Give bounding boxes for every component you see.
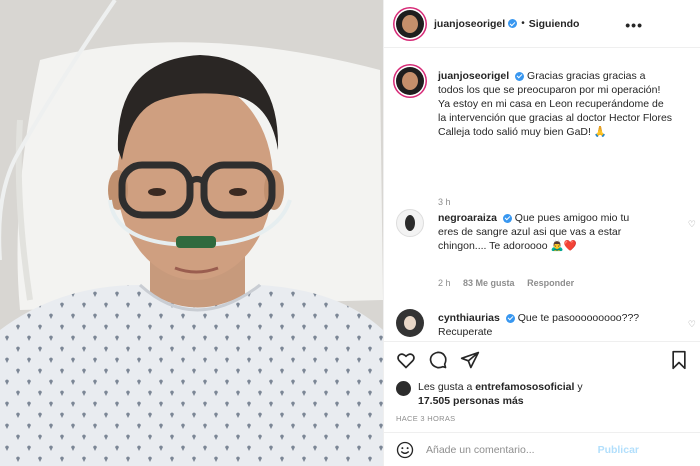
add-comment-bar: Publicar — [384, 432, 700, 466]
comment-like-heart-icon[interactable]: ♡ — [688, 219, 696, 230]
comment-text-block: cynthiaurias Que te pasooooooooo??? Recu… — [438, 311, 650, 339]
caption-time[interactable]: 3 h — [438, 197, 451, 207]
comment-meta: 2 h 83 Me gusta Responder — [438, 278, 584, 288]
likes-summary: Les gusta a entrefamososoficial y 17.505… — [396, 380, 686, 408]
comment-likes[interactable]: 83 Me gusta — [463, 278, 515, 288]
post-header: juanjoseorigel • Siguiendo ••• — [384, 0, 700, 48]
author-username[interactable]: juanjoseorigel — [434, 18, 505, 30]
likes-text[interactable]: Les gusta a entrefamososoficial y 17.505… — [418, 380, 583, 408]
more-horizontal-icon[interactable]: ••• — [625, 17, 643, 33]
liker-username[interactable]: entrefamososoficial — [475, 381, 574, 393]
emoji-icon[interactable] — [396, 441, 414, 459]
comment-time[interactable]: 2 h — [438, 278, 451, 288]
verified-icon — [505, 313, 515, 323]
post-time[interactable]: HACE 3 HORAS — [396, 414, 455, 423]
heart-icon[interactable] — [396, 350, 416, 370]
liker-avatar[interactable] — [396, 381, 411, 396]
comment-input[interactable] — [426, 443, 616, 456]
reply-button[interactable]: Responder — [527, 278, 574, 288]
verified-icon — [502, 213, 512, 223]
following-button[interactable]: Siguiendo — [529, 18, 580, 30]
caption-text-block: juanjoseorigel Gracias gracias gracias a… — [438, 69, 674, 139]
publish-button[interactable]: Publicar — [598, 444, 639, 456]
instagram-post: juanjoseorigel • Siguiendo ••• juanjoseo… — [0, 0, 700, 466]
caption-username[interactable]: juanjoseorigel — [438, 70, 509, 82]
likes-count[interactable]: 17.505 personas más — [418, 395, 524, 407]
verified-icon — [515, 71, 525, 81]
comment-text-block: negroaraiza Que pues amigoo mio tu eres … — [438, 211, 650, 253]
post-photo-illustration — [0, 0, 383, 466]
post-side-panel: juanjoseorigel • Siguiendo ••• juanjoseo… — [383, 0, 700, 466]
author-avatar[interactable] — [396, 9, 424, 38]
caption-avatar[interactable] — [396, 67, 424, 95]
share-icon[interactable] — [460, 350, 480, 370]
comments-list[interactable]: juanjoseorigel Gracias gracias gracias a… — [384, 49, 700, 341]
comment-avatar[interactable] — [396, 209, 424, 237]
comment-avatar[interactable] — [396, 309, 424, 337]
likes-middle: y — [574, 381, 583, 393]
comment-username[interactable]: cynthiaurias — [438, 312, 500, 324]
post-photo[interactable] — [0, 0, 383, 466]
separator: • — [521, 18, 525, 29]
post-actions — [384, 341, 700, 377]
bookmark-icon[interactable] — [669, 350, 689, 370]
comment-icon[interactable] — [428, 350, 448, 370]
comment-username[interactable]: negroaraiza — [438, 212, 497, 224]
comment-like-heart-icon[interactable]: ♡ — [688, 319, 696, 330]
verified-icon — [508, 19, 518, 28]
likes-prefix: Les gusta a — [418, 381, 476, 393]
